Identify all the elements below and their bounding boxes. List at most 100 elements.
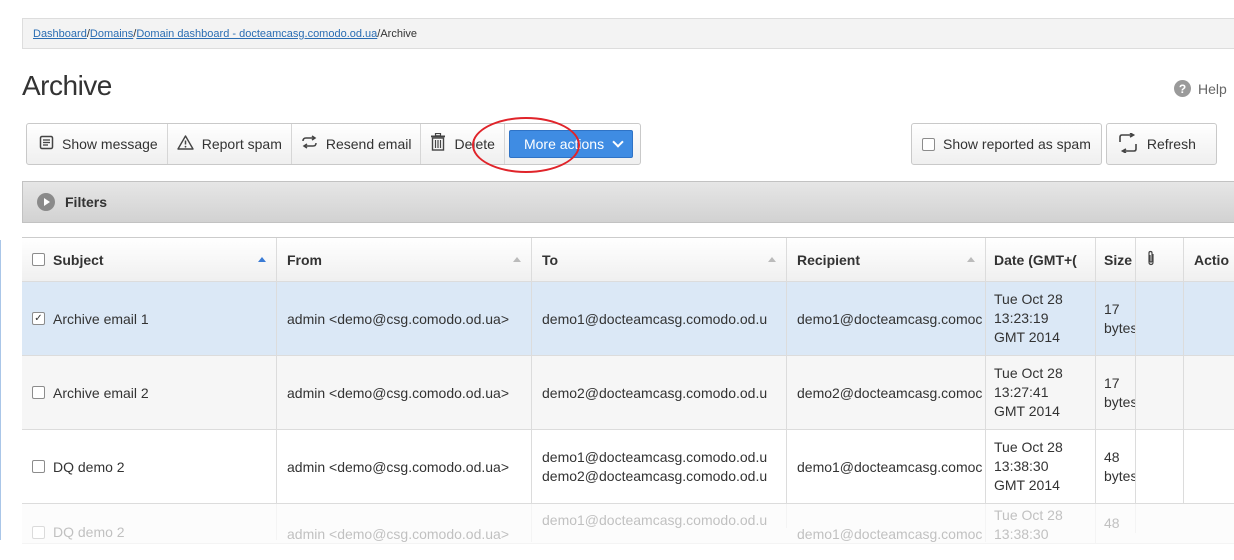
recipient-cell: demo2@docteamcasg.comoc: [787, 356, 986, 429]
show-message-button[interactable]: Show message: [30, 124, 168, 164]
to-address: demo2@docteamcasg.comodo.od.u: [542, 467, 768, 484]
table-row[interactable]: ✓ Archive email 1 admin <demo@csg.comodo.…: [22, 282, 1234, 356]
timezone-line: GMT 2014: [994, 329, 1060, 345]
to-cell: demo1@docteamcasg.comodo.od.u: [532, 282, 787, 355]
page-title: Archive: [22, 70, 112, 101]
show-reported-label: Show reported as spam: [943, 136, 1091, 152]
time-line: 13:23:19: [994, 310, 1049, 326]
from-header-label: From: [287, 251, 322, 268]
refresh-label: Refresh: [1146, 136, 1196, 152]
subject-text: Archive email 1: [53, 310, 149, 327]
date-cell: Tue Oct 28 13:27:41 GMT 2014: [986, 356, 1096, 429]
row-checkbox[interactable]: [32, 386, 45, 399]
to-cell: demo1@docteamcasg.comodo.od.u: [532, 504, 787, 528]
column-header-recipient[interactable]: Recipient: [787, 238, 986, 281]
date-line: Tue Oct 28: [994, 291, 1063, 307]
timezone-line: GMT 2014: [994, 477, 1060, 493]
recipient-cell: demo1@docteamcasg.comoc: [787, 282, 986, 355]
to-cell: demo2@docteamcasg.comodo.od.u: [532, 356, 787, 429]
size-unit: bytes: [1104, 467, 1136, 484]
breadcrumb-domains-link[interactable]: Domains: [90, 28, 133, 40]
more-actions-label: More actions: [523, 136, 605, 152]
from-cell: admin <demo@csg.comodo.od.ua>: [277, 430, 532, 503]
column-header-subject[interactable]: Subject: [22, 238, 277, 281]
sort-icon: [967, 257, 975, 262]
expand-arrow-icon: [37, 193, 55, 211]
more-actions-dropdown[interactable]: More actions: [508, 130, 634, 158]
help-label: Help: [1198, 80, 1227, 97]
sort-icon: [513, 257, 521, 262]
sort-icon: [768, 257, 776, 262]
breadcrumb: Dashboard / Domains / Domain dashboard -…: [22, 18, 1234, 49]
time-line: 13:27:41: [994, 384, 1049, 400]
time-line: 13:38:30: [994, 526, 1049, 542]
actions-toolbar: Show message Report spam Resend email De…: [26, 123, 642, 165]
subject-header-label: Subject: [53, 251, 104, 268]
to-address: demo1@docteamcasg.comodo.od.u: [542, 310, 768, 327]
row-checkbox[interactable]: ✓: [32, 312, 45, 325]
subject-cell: DQ demo 2: [22, 430, 277, 503]
size-cell: 17 bytes: [1096, 356, 1136, 429]
resend-arrows-icon: [301, 135, 318, 153]
warning-icon: [177, 134, 194, 154]
chevron-down-icon: [612, 136, 624, 148]
column-header-attachment[interactable]: [1136, 238, 1184, 281]
date-line: Tue Oct 28: [994, 439, 1063, 455]
size-unit: bytes: [1104, 393, 1136, 410]
trash-icon: [430, 132, 446, 155]
to-header-label: To: [542, 251, 559, 268]
date-line: Tue Oct 28: [994, 365, 1063, 381]
breadcrumb-domain-dashboard-link[interactable]: Domain dashboard - docteamcasg.comodo.od…: [136, 28, 377, 40]
column-header-to[interactable]: To: [532, 238, 787, 281]
size-cell: 48: [1096, 504, 1136, 533]
date-cell: Tue Oct 28 13:38:30: [986, 504, 1096, 544]
size-header-label: Size: [1104, 251, 1133, 268]
size-cell: 48 bytes: [1096, 430, 1136, 503]
delete-button[interactable]: Delete: [421, 124, 505, 164]
subject-text: DQ demo 2: [53, 458, 125, 475]
refresh-button[interactable]: Refresh: [1105, 123, 1217, 165]
table-row[interactable]: DQ demo 2 admin <demo@csg.comodo.od.ua> …: [22, 430, 1234, 504]
table-row[interactable]: Archive email 2 admin <demo@csg.comodo.o…: [22, 356, 1234, 430]
size-unit: bytes: [1104, 319, 1136, 336]
resend-email-label: Resend email: [325, 136, 412, 152]
column-header-actions: Actio: [1184, 238, 1234, 281]
timezone-line: GMT 2014: [994, 403, 1060, 419]
subject-cell: Archive email 2: [22, 356, 277, 429]
time-line: 13:38:30: [994, 458, 1049, 474]
show-reported-as-spam-toggle[interactable]: Show reported as spam: [911, 123, 1102, 165]
help-link[interactable]: ? Help: [1174, 80, 1227, 97]
recipient-header-label: Recipient: [797, 251, 861, 268]
to-address: demo2@docteamcasg.comodo.od.u: [542, 384, 768, 401]
row-checkbox[interactable]: [32, 525, 45, 539]
select-all-checkbox[interactable]: [32, 253, 45, 266]
report-spam-button[interactable]: Report spam: [168, 124, 292, 164]
table-row[interactable]: DQ demo 2 admin <demo@csg.comodo.od.ua> …: [22, 504, 1234, 544]
date-line: Tue Oct 28: [994, 507, 1063, 523]
resend-email-button[interactable]: Resend email: [292, 124, 422, 164]
size-cell: 17 bytes: [1096, 282, 1136, 355]
breadcrumb-dashboard-link[interactable]: Dashboard: [33, 28, 87, 40]
from-cell: admin <demo@csg.comodo.od.ua>: [277, 282, 532, 355]
filters-toggle[interactable]: Filters: [22, 181, 1234, 223]
recipient-cell: demo1@docteamcasg.comoc: [787, 430, 986, 503]
column-header-date[interactable]: Date (GMT+(: [986, 238, 1096, 281]
to-cell: demo1@docteamcasg.comodo.od.u demo2@doct…: [532, 430, 787, 503]
row-checkbox[interactable]: [32, 460, 45, 473]
archive-table: Subject From To Recipient Date (GMT+( Si…: [22, 237, 1234, 544]
show-message-label: Show message: [62, 136, 158, 152]
from-cell: admin <demo@csg.comodo.od.ua>: [277, 356, 532, 429]
date-cell: Tue Oct 28 13:23:19 GMT 2014: [986, 282, 1096, 355]
column-header-size[interactable]: Size: [1096, 238, 1136, 281]
sort-ascending-icon: [258, 257, 266, 262]
attachment-cell: [1136, 430, 1184, 503]
actions-cell: [1184, 430, 1234, 503]
actions-header-label: Actio: [1194, 251, 1229, 268]
report-spam-label: Report spam: [201, 136, 282, 152]
size-value: 17: [1104, 300, 1120, 317]
column-header-from[interactable]: From: [277, 238, 532, 281]
date-header-label: Date (GMT+(: [994, 251, 1077, 268]
show-reported-checkbox[interactable]: [922, 137, 935, 151]
to-address: demo1@docteamcasg.comodo.od.u: [542, 512, 768, 528]
filters-label: Filters: [65, 194, 108, 210]
